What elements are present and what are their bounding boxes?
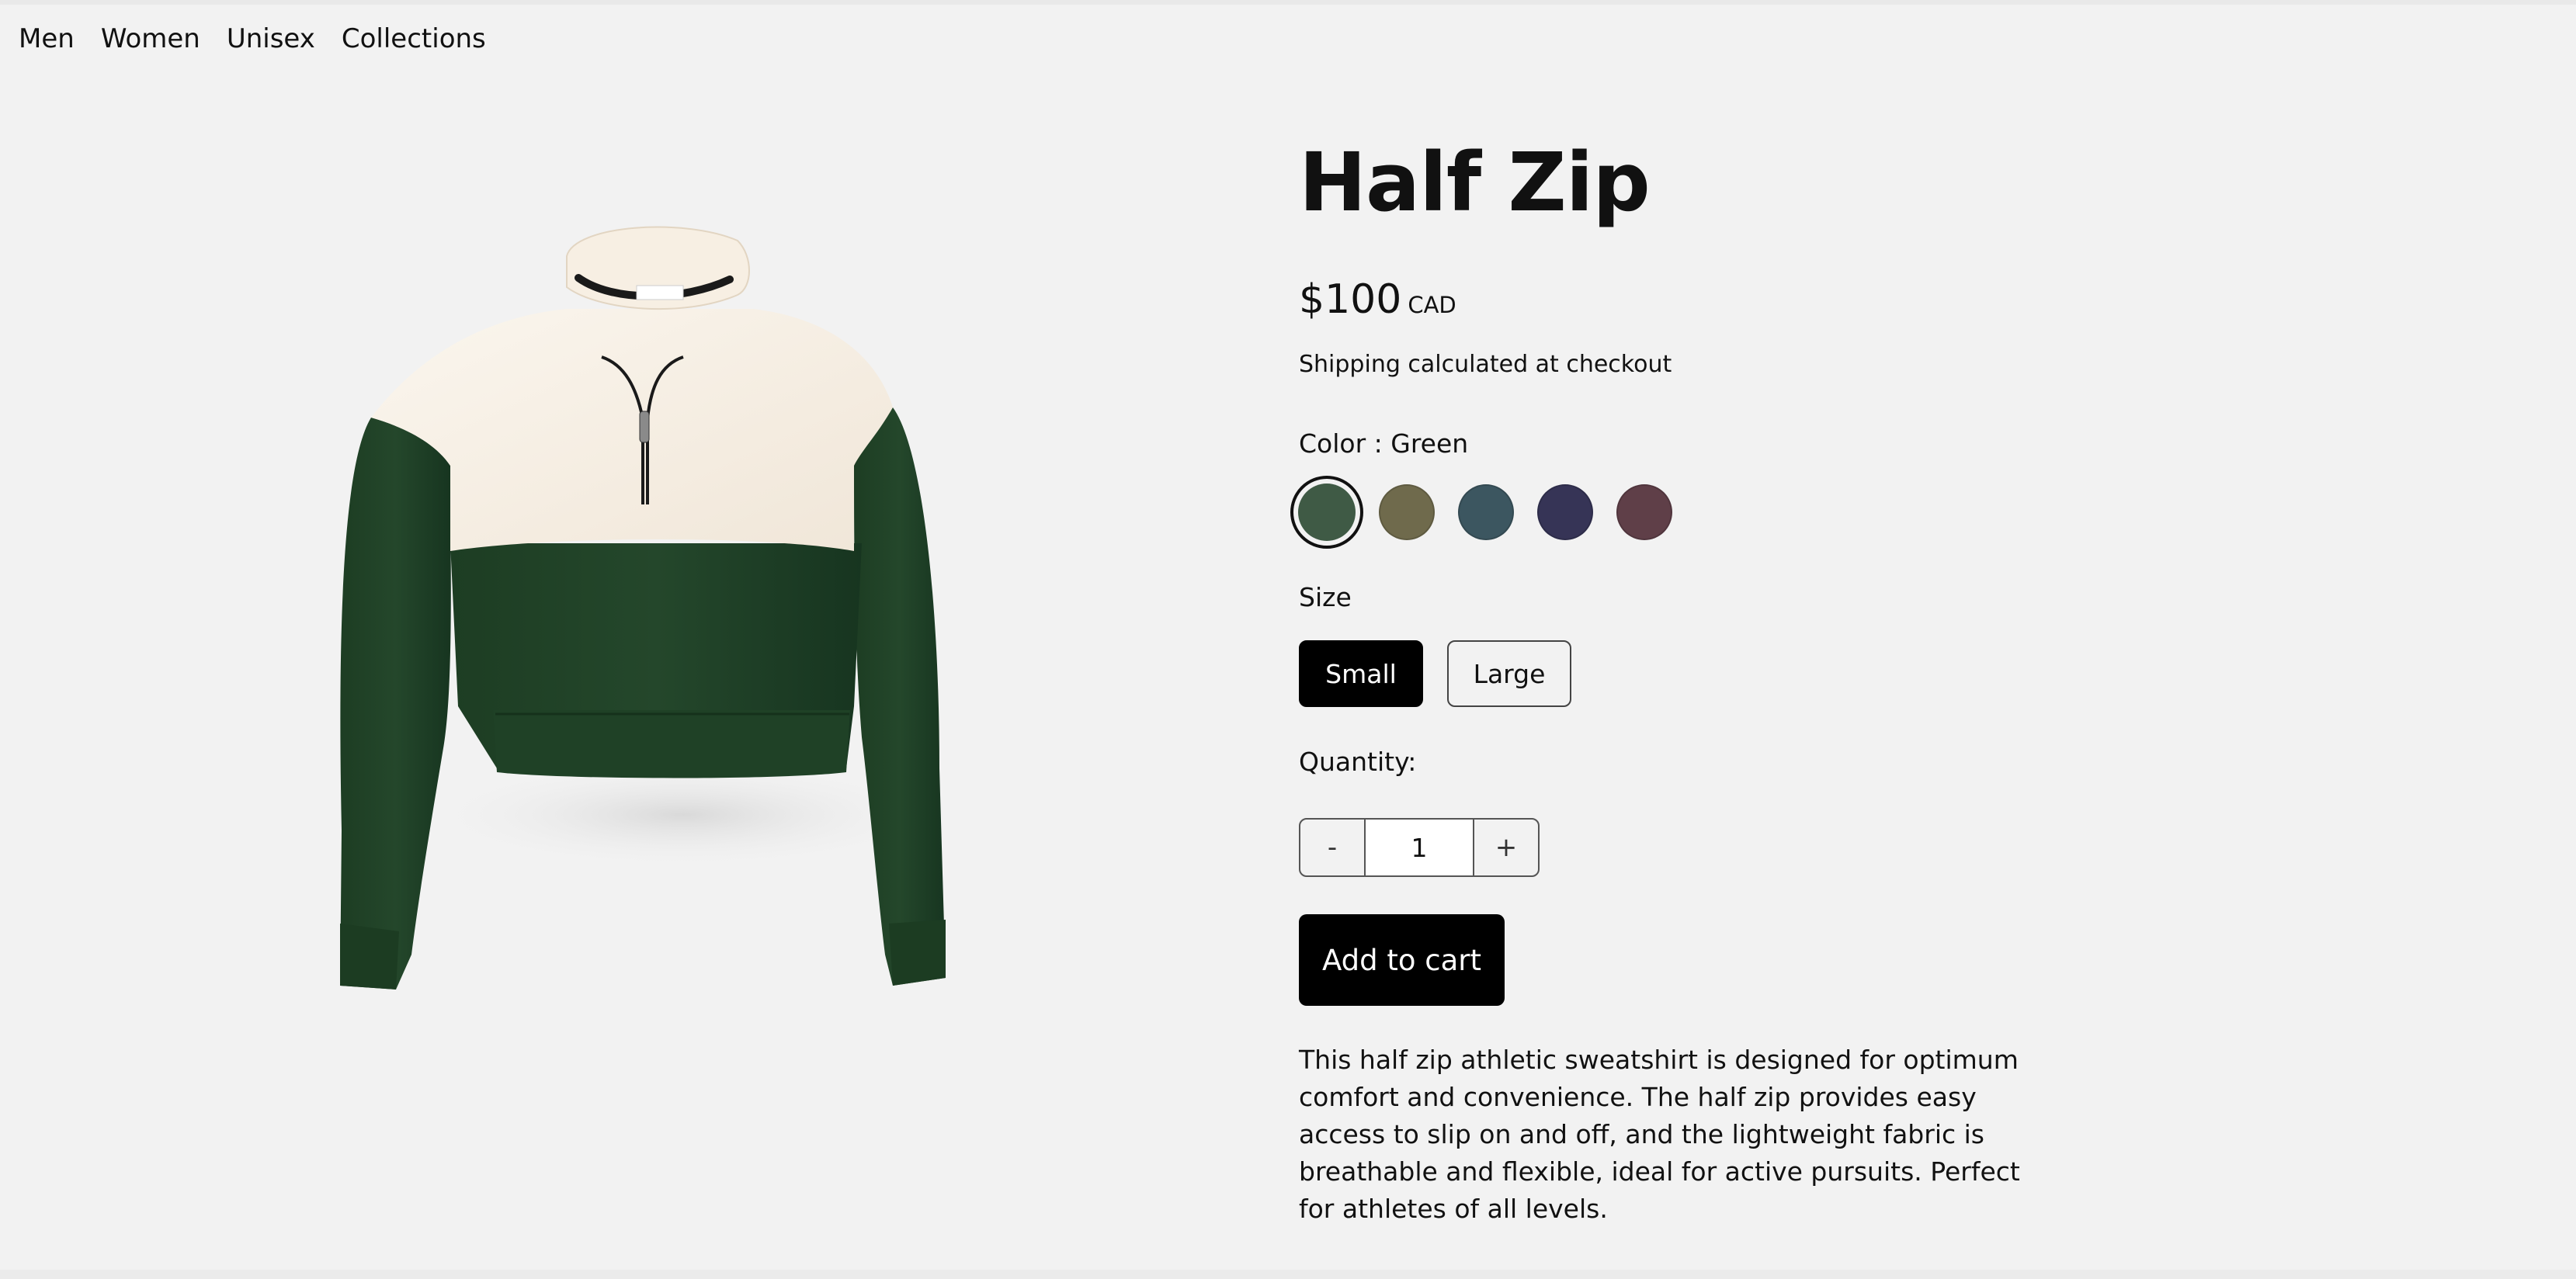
color-label: Color : Green (1299, 428, 1469, 459)
nav-women-link[interactable]: Women (101, 22, 200, 56)
color-swatch-navy[interactable] (1537, 484, 1593, 540)
quantity-increment-button[interactable]: + (1473, 818, 1540, 877)
shipping-note: Shipping calculated at checkout (1299, 351, 1672, 378)
color-swatch-olive[interactable] (1379, 484, 1435, 540)
quantity-decrement-button[interactable]: - (1299, 818, 1366, 877)
quantity-label: Quantity: (1299, 747, 1417, 777)
price-currency: CAD (1408, 292, 1456, 318)
nav-men-link[interactable]: Men (19, 22, 75, 56)
half-zip-sweatshirt-illustration (340, 226, 947, 990)
add-to-cart-button[interactable]: Add to cart (1299, 914, 1505, 1006)
size-large-button[interactable]: Large (1447, 640, 1571, 707)
product-title: Half Zip (1299, 135, 1651, 230)
main-nav: Men Women Unisex Collections (19, 22, 486, 56)
quantity-input[interactable] (1366, 818, 1473, 877)
nav-collections-link[interactable]: Collections (342, 22, 486, 56)
size-small-button[interactable]: Small (1299, 640, 1423, 707)
color-swatch-green[interactable] (1290, 476, 1363, 549)
bottom-border (0, 1270, 2576, 1279)
quantity-stepper: - + (1299, 818, 1540, 877)
size-label: Size (1299, 582, 1352, 612)
top-border (0, 0, 2576, 5)
product-description: This half zip athletic sweatshirt is des… (1299, 1045, 2020, 1224)
product-image (318, 210, 1002, 1048)
color-swatch-plum[interactable] (1616, 484, 1672, 540)
product-price: $100 (1299, 276, 1402, 323)
color-swatch-teal[interactable] (1458, 484, 1514, 540)
nav-unisex-link[interactable]: Unisex (227, 22, 315, 56)
price-row: $100 CAD (1299, 276, 1456, 323)
